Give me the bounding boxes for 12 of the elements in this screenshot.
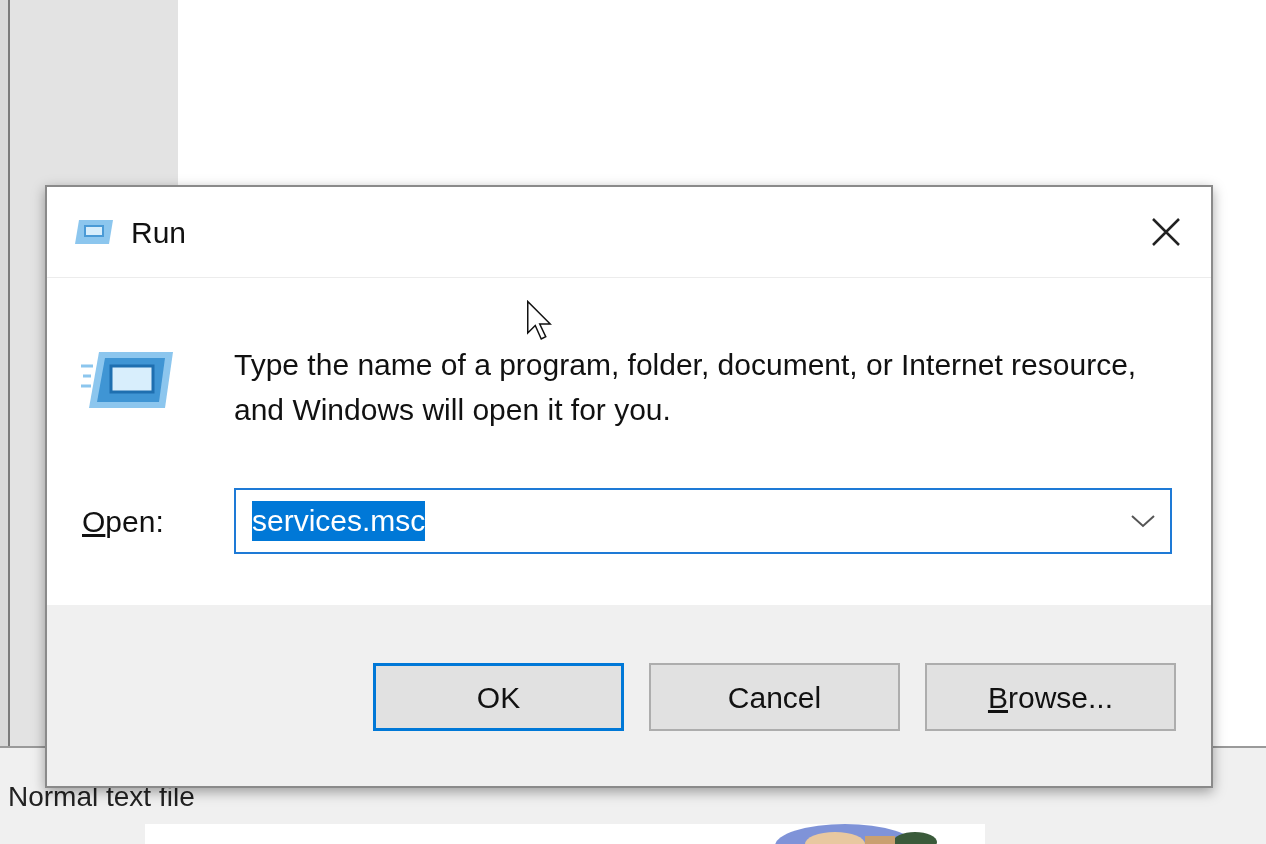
dropdown-caret-icon [1130, 514, 1156, 528]
close-icon [1151, 217, 1181, 247]
instruction-text: Type the name of a program, folder, document, or Internet resource, and Windows will open it for you. [234, 347, 1138, 428]
dialog-button[interactable]: Cancel [649, 663, 900, 731]
window-title: Run [131, 214, 187, 251]
open-label: Open: [82, 503, 165, 540]
run-icon [73, 218, 115, 246]
dialog-button[interactable]: Browse... [925, 663, 1176, 731]
open-input-value: services.msc [252, 501, 426, 541]
mouse-pointer-icon [526, 300, 552, 342]
open-combobox[interactable]: services.msc [234, 488, 1172, 554]
dialog-button[interactable]: OK [373, 663, 624, 731]
